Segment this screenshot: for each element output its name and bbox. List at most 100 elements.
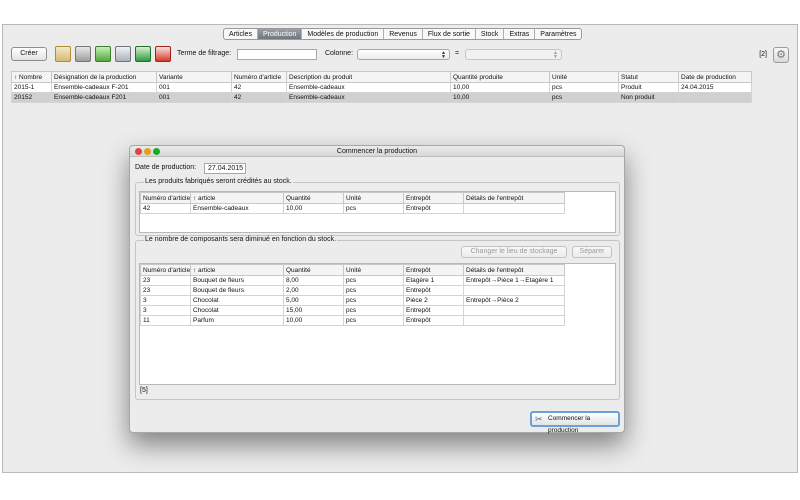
- table-cell: [463, 285, 565, 296]
- column-header[interactable]: Désignation de la production: [51, 71, 157, 83]
- table-cell: Entrepôt: [403, 315, 464, 326]
- table-cell: Entrepôt: [403, 285, 464, 296]
- table-cell: Ensemble-cadeaux: [190, 203, 284, 214]
- minimize-window-icon[interactable]: [144, 148, 151, 155]
- table-row[interactable]: 23 Bouquet de fleurs 2,00 pcs Entrepôt: [140, 285, 565, 296]
- column-header[interactable]: Date de production: [678, 71, 752, 83]
- tab-bar: Articles Production Modèles de production R…: [223, 28, 583, 40]
- production-table: ↑ Nombre Désignation de la production Vari…: [11, 71, 752, 103]
- tab-item[interactable]: Stock: [476, 29, 505, 39]
- tab-item[interactable]: Revenus: [384, 29, 423, 39]
- table-row[interactable]: 23 Bouquet de fleurs 8,00 pcs Etagère 1 Entre…: [140, 275, 565, 286]
- column-header[interactable]: Détails de l'entrepôt: [463, 192, 565, 204]
- tab-item[interactable]: Paramètres: [535, 29, 581, 39]
- tab-item[interactable]: Articles: [224, 29, 258, 39]
- column-header[interactable]: ↑ article: [190, 192, 284, 204]
- table-cell: Chocolat: [190, 295, 284, 306]
- start-production-dialog: Commencer la production Date de producti…: [129, 145, 625, 434]
- table-cell: Ensemble-cadeaux F-201: [51, 82, 157, 93]
- table-cell: 23: [140, 275, 191, 286]
- table-cell: 2,00: [283, 285, 344, 296]
- table-row[interactable]: 3 Chocolat 15,00 pcs Entrepôt: [140, 305, 565, 316]
- filter-input[interactable]: [237, 49, 317, 60]
- export-pdf-icon[interactable]: [155, 46, 171, 62]
- table-row[interactable]: 11 Parfum 10,00 pcs Entrepôt: [140, 315, 565, 326]
- close-window-icon[interactable]: [135, 148, 142, 155]
- tab-item[interactable]: Production: [257, 29, 303, 39]
- products-group: Les produits fabriqués seront crédités a…: [135, 178, 620, 236]
- column-header[interactable]: Unité: [343, 264, 404, 276]
- column-header[interactable]: Quantité: [283, 264, 344, 276]
- production-date-field[interactable]: 27.04.2015: [204, 163, 246, 174]
- dialog-titlebar: Commencer la production: [130, 146, 624, 157]
- edit-icon[interactable]: [55, 46, 71, 62]
- table-cell: Parfum: [190, 315, 284, 326]
- table-row[interactable]: 20152 Ensemble-cadeaux F201 001 42 Ensemble-…: [11, 92, 752, 103]
- column-header[interactable]: Détails de l'entrepôt: [463, 264, 565, 276]
- column-header[interactable]: Numéro d'article: [140, 192, 191, 204]
- delete-icon[interactable]: [75, 46, 91, 62]
- column-label: Colonne:: [325, 50, 354, 57]
- table-cell: Pièce 2: [403, 295, 464, 306]
- components-group: Le nombre de composants sera diminué en …: [135, 236, 620, 400]
- column-header[interactable]: Numéro d'article: [231, 71, 287, 83]
- table-cell: [678, 92, 752, 103]
- table-cell: 15,00: [283, 305, 344, 316]
- start-production-button[interactable]: ✂ Commencer la production: [530, 411, 620, 434]
- table-cell: Entrepôt: [403, 203, 464, 214]
- table-cell: 3: [140, 295, 191, 306]
- column-header[interactable]: Unité: [549, 71, 619, 83]
- table-cell: 42: [140, 203, 191, 214]
- table-row[interactable]: 3 Chocolat 5,00 pcs Pièce 2 Entrepôt→Pièce 2: [140, 295, 565, 306]
- tools-icon: ✂: [535, 414, 543, 424]
- tab-item[interactable]: Flux de sortie: [423, 29, 476, 39]
- column-header[interactable]: Statut: [618, 71, 679, 83]
- column-header[interactable]: Variante: [156, 71, 232, 83]
- refresh-icon[interactable]: [95, 46, 111, 62]
- table-cell: 42: [231, 92, 287, 103]
- print-icon[interactable]: [115, 46, 131, 62]
- column-header[interactable]: ↑ article: [190, 264, 284, 276]
- table-cell: pcs: [343, 275, 404, 286]
- components-group-title: Le nombre de composants sera diminué en …: [144, 236, 338, 243]
- table-cell: pcs: [549, 82, 619, 93]
- column-header[interactable]: Unité: [343, 192, 404, 204]
- column-header[interactable]: Entrepôt: [403, 264, 464, 276]
- column-select[interactable]: ▲ ▼: [357, 49, 450, 60]
- table-cell: 11: [140, 315, 191, 326]
- table-row[interactable]: 42 Ensemble-cadeaux 10,00 pcs Entrepôt: [140, 203, 565, 214]
- column-header[interactable]: Description du produit: [286, 71, 451, 83]
- components-count: [5]: [140, 387, 148, 394]
- table-cell: [463, 315, 565, 326]
- production-date-label: Date de production:: [135, 164, 197, 171]
- column-header[interactable]: Quantité produite: [450, 71, 550, 83]
- table-cell: 42: [231, 82, 287, 93]
- settings-gear-icon[interactable]: ⚙: [773, 47, 789, 63]
- table-cell: 8,00: [283, 275, 344, 286]
- tab-item[interactable]: Modèles de production: [302, 29, 385, 39]
- change-storage-button[interactable]: Changer le lieu de stockage: [461, 246, 567, 258]
- table-cell: 3: [140, 305, 191, 316]
- table-row[interactable]: 2015-1 Ensemble-cadeaux F-201 001 42 Ensembl…: [11, 82, 752, 93]
- export-excel-icon[interactable]: [135, 46, 151, 62]
- start-production-label: Commencer la production: [548, 415, 591, 434]
- value-select[interactable]: ▲ ▼: [465, 49, 562, 60]
- table-cell: Ensemble-cadeaux: [286, 92, 451, 103]
- table-cell: Entrepôt→Pièce 1→Etagère 1: [463, 275, 565, 286]
- create-button[interactable]: Créer: [11, 47, 47, 61]
- column-header[interactable]: Numéro d'article: [140, 264, 191, 276]
- zoom-window-icon[interactable]: [153, 148, 160, 155]
- tab-item[interactable]: Extras: [504, 29, 536, 39]
- app-window: Articles Production Modèles de production R…: [2, 24, 798, 473]
- table-cell: pcs: [343, 305, 404, 316]
- products-table-area: Numéro d'article ↑ article Quantité Unité En…: [139, 191, 616, 233]
- split-button[interactable]: Séparer: [572, 246, 612, 258]
- table-cell: pcs: [343, 295, 404, 306]
- table-cell: 001: [156, 92, 232, 103]
- column-header[interactable]: Entrepôt: [403, 192, 464, 204]
- table-cell: pcs: [549, 92, 619, 103]
- table-cell: Bouquet de fleurs: [190, 275, 284, 286]
- record-count: [2]: [759, 51, 767, 58]
- column-header[interactable]: Quantité: [283, 192, 344, 204]
- column-header[interactable]: ↑ Nombre: [11, 71, 52, 83]
